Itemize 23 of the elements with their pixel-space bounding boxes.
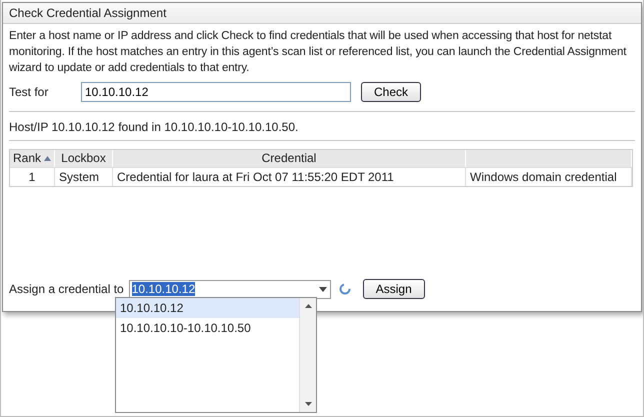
sort-up-icon — [44, 156, 51, 161]
assign-button[interactable]: Assign — [362, 279, 425, 299]
result-text: Host/IP 10.10.10.12 found in 10.10.10.10-10.10.10.50. — [9, 120, 300, 134]
check-button[interactable]: Check — [361, 82, 422, 102]
dropdown-caret-icon — [318, 286, 327, 292]
scroll-up-icon — [304, 304, 312, 308]
column-header[interactable]: Rank — [10, 150, 55, 167]
table-cell: Windows domain credential — [466, 167, 632, 186]
scroll-bar[interactable] — [299, 298, 316, 412]
column-header[interactable]: Credential — [113, 150, 466, 167]
table-cell: Credential for laura at Fri Oct 07 11:55:20 EDT 2011 — [113, 167, 466, 186]
assign-label: Assign a credential to — [9, 282, 124, 296]
table-cell: 1 — [10, 167, 55, 186]
loading-spinner-icon — [338, 283, 351, 295]
table-cell: System — [55, 167, 113, 186]
dropdown-option[interactable]: 10.10.10.12 — [116, 298, 299, 318]
test-for-label: Test for — [9, 85, 50, 99]
column-header[interactable]: Lockbox — [55, 150, 113, 167]
host-input-field[interactable]: 10.10.10.12 — [81, 82, 351, 102]
window-title: Check Credential Assignment — [3, 3, 641, 24]
column-header[interactable] — [466, 150, 632, 167]
scroll-down-icon — [304, 402, 312, 406]
description-text: Enter a host name or IP address and click Check to find credentials that will be used when accessing that host for netstat monitoring. If the host matches an entry in this agent’s scan list or referenced list, you can launch the Credential Assignment wizard to update or add credentials to that entry. — [9, 29, 628, 76]
